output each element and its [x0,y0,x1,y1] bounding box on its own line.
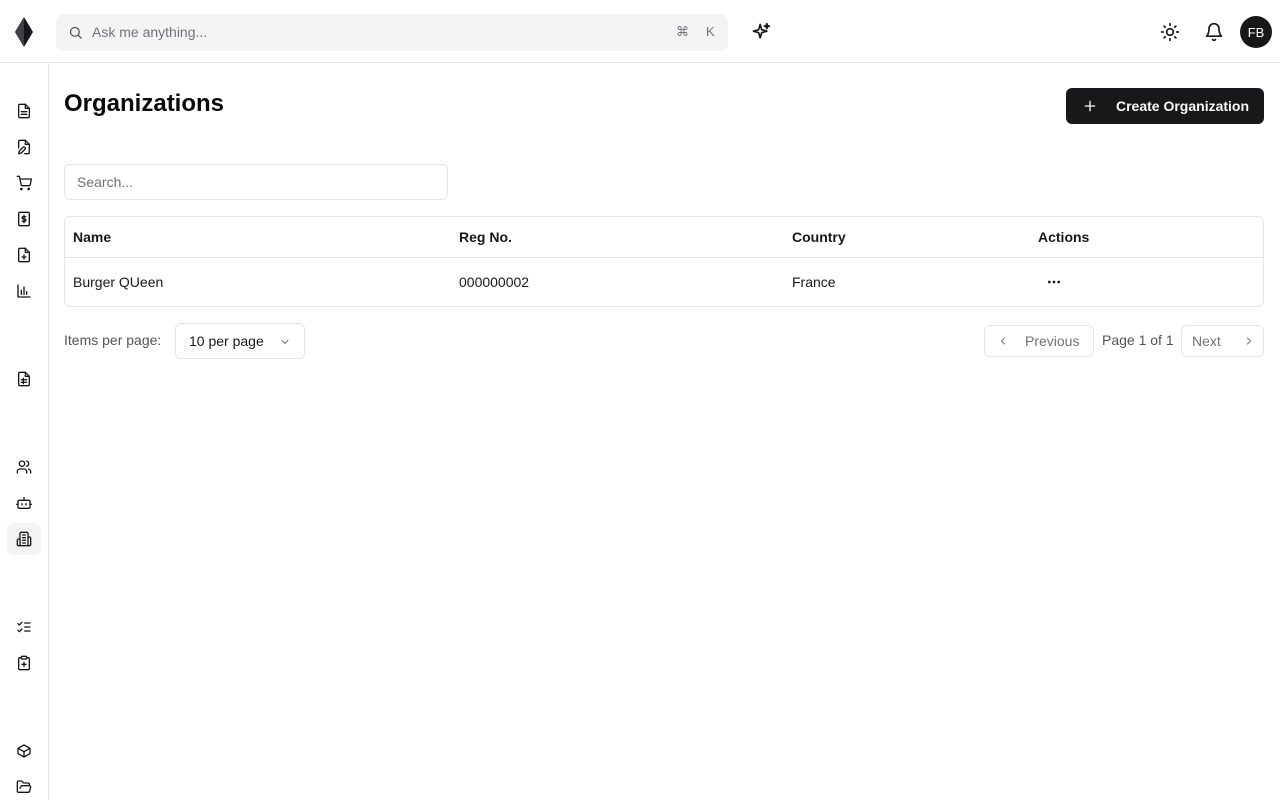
cell-name: Burger QUeen [73,274,164,290]
building-icon [16,531,32,547]
sidebar-item-organizations[interactable] [7,523,41,555]
file-text-icon [18,103,30,119]
sidebar-item-tasks[interactable] [7,611,41,643]
sidebar [0,63,49,800]
chevron-down-icon [281,340,289,344]
sidebar-item-documents[interactable] [7,95,41,127]
bar-chart-icon [17,284,31,298]
chevron-left-icon [1001,337,1005,345]
command-search-placeholder: Ask me anything... [92,24,208,40]
create-organization-label: Create Organization [1116,98,1250,114]
column-header-name[interactable]: Name [73,229,111,245]
receipt-dollar-icon [18,211,30,227]
sidebar-item-packages[interactable] [7,735,41,767]
previous-page-button[interactable]: Previous [984,325,1094,357]
cell-country: France [792,274,836,290]
sidebar-item-new-document[interactable] [7,239,41,271]
organization-search-input[interactable] [64,164,448,200]
more-horizontal-icon [1048,280,1060,284]
previous-label: Previous [1025,333,1080,349]
table-header: Name Reg No. Country Actions [65,217,1263,258]
sidebar-item-orders[interactable] [7,167,41,199]
next-label: Next [1192,333,1221,349]
folder-open-icon [16,780,32,793]
column-header-country[interactable]: Country [792,229,846,245]
file-spreadsheet-icon [18,371,30,387]
table-row[interactable]: Burger QUeen 000000002 France [65,258,1263,306]
shortcut-k-key: K [706,24,715,39]
command-search-bar[interactable]: Ask me anything... ⌘ K [56,14,728,51]
package-icon [17,744,31,758]
search-icon [69,26,82,39]
sidebar-item-invoices[interactable] [7,203,41,235]
items-per-page-select[interactable]: 10 per page [175,323,305,359]
file-plus-icon [18,247,30,263]
chevron-right-icon [1246,337,1251,345]
sidebar-item-files[interactable] [7,771,41,800]
cell-reg-no: 000000002 [459,274,530,290]
next-page-button[interactable]: Next [1181,325,1264,357]
clipboard-plus-icon [18,655,30,671]
list-checks-icon [17,621,31,633]
file-edit-icon [18,139,30,155]
sidebar-item-clipboard[interactable] [7,647,41,679]
column-header-actions: Actions [1038,229,1090,245]
shopping-cart-icon [16,175,32,191]
column-header-reg-no[interactable]: Reg No. [459,229,512,245]
bot-icon [16,497,32,509]
theme-toggle-sun-icon[interactable] [1160,22,1180,42]
bell-icon[interactable] [1204,22,1224,42]
create-organization-button[interactable]: Create Organization [1066,88,1264,124]
top-bar: Ask me anything... ⌘ K FB [0,0,1280,63]
sidebar-item-reports[interactable] [7,275,41,307]
sidebar-item-agents[interactable] [7,487,41,519]
items-per-page-value: 10 per page [189,333,264,349]
page-info: Page 1 of 1 [1102,332,1174,348]
sidebar-item-users[interactable] [7,451,41,483]
logo-icon[interactable] [14,17,34,47]
sidebar-item-spreadsheets[interactable] [7,363,41,395]
items-per-page-label: Items per page: [64,332,162,348]
plus-icon [1084,100,1096,112]
shortcut-cmd-key: ⌘ [676,24,689,39]
sparkles-icon[interactable] [751,22,771,42]
sidebar-item-edit-documents[interactable] [7,131,41,163]
row-actions-button[interactable] [1039,270,1069,294]
user-avatar[interactable]: FB [1240,16,1272,48]
page-title: Organizations [64,90,225,117]
organizations-table: Name Reg No. Country Actions Burger QUee… [64,216,1264,307]
users-icon [16,460,32,474]
